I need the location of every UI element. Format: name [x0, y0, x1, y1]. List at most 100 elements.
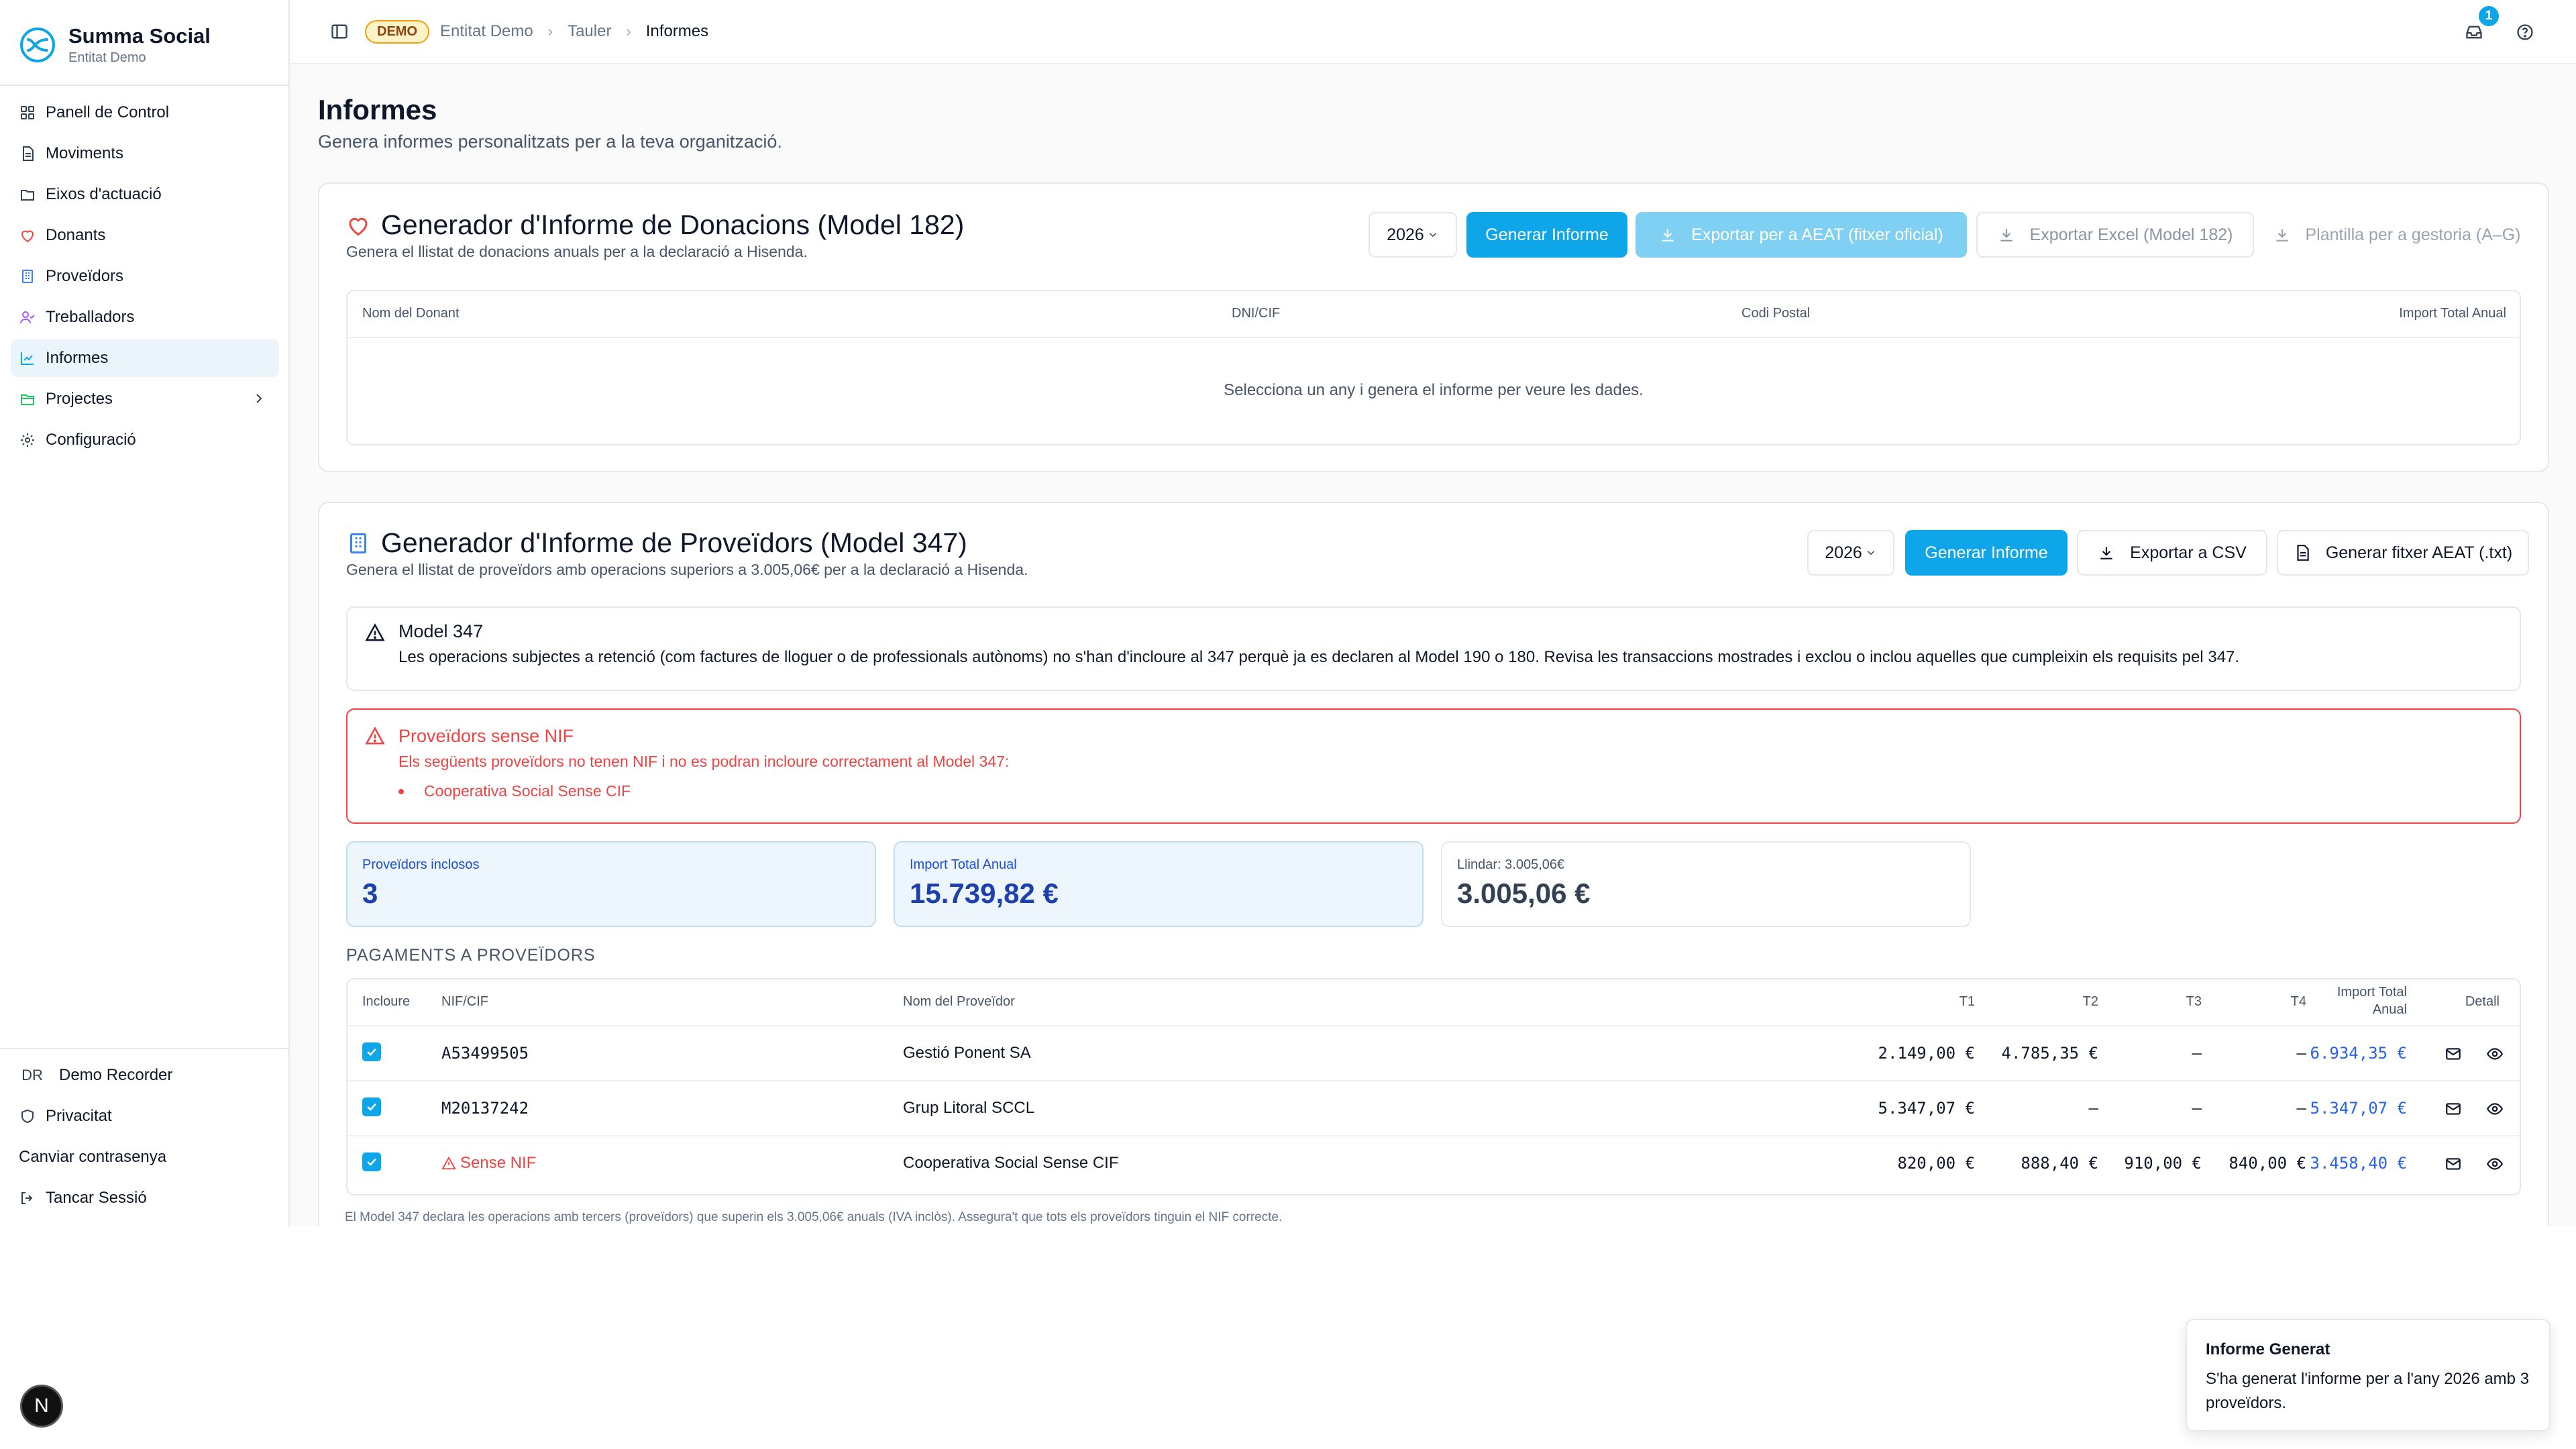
- sidebar-item-label: Treballadors: [46, 308, 135, 326]
- t3-cell: 910,00 €: [2124, 1154, 2202, 1173]
- toast-notification[interactable]: Informe Generat S'ha generat l'informe p…: [2186, 1319, 2551, 1432]
- sidebar-item-treballadors[interactable]: Treballadors: [11, 299, 279, 336]
- notification-count-badge: 1: [2477, 4, 2501, 28]
- include-checkbox[interactable]: [362, 1097, 381, 1116]
- eye-icon[interactable]: [2485, 1154, 2505, 1174]
- sidebar-item-label: Configuració: [46, 431, 136, 449]
- sidebar-item-donants[interactable]: Donants: [11, 217, 279, 254]
- empty-state-text: Selecciona un any i genera el informe pe…: [1224, 381, 1644, 399]
- t2-cell: 4.785,35 €: [2001, 1044, 2099, 1063]
- button-label: Generar Informe: [1485, 225, 1609, 244]
- sidebar-toggle-button[interactable]: [327, 19, 352, 44]
- breadcrumb-item-org[interactable]: Entitat Demo: [440, 22, 533, 41]
- missing-nif-list-item: Cooperativa Social Sense CIF: [398, 782, 631, 800]
- sidebar-nav: Panell de Control Moviments Eixos d'actu…: [11, 94, 279, 462]
- alert-triangle-icon: [365, 726, 385, 749]
- document-icon: [19, 145, 36, 162]
- t4-cell: —: [2296, 1044, 2306, 1063]
- change-password-link[interactable]: Canviar contrasenya: [11, 1138, 279, 1177]
- eye-icon[interactable]: [2485, 1099, 2505, 1119]
- table-header: Nom del Donant DNI/CIF Codi Postal Impor…: [347, 291, 2520, 338]
- nif-cell-missing: Sense NIF: [441, 1154, 536, 1173]
- model182-export-aeat-button[interactable]: Exportar per a AEAT (fitxer oficial): [1635, 212, 1967, 258]
- model347-generate-button[interactable]: Generar Informe: [1905, 530, 2068, 576]
- model182-template-button[interactable]: Plantilla per a gestoria (A–G): [2265, 212, 2529, 258]
- stat-label: Llindar: 3.005,06€: [1457, 857, 1565, 872]
- t3-cell: —: [2192, 1099, 2202, 1118]
- column-header: T2: [2082, 994, 2098, 1009]
- sidebar-item-moviments[interactable]: Moviments: [11, 135, 279, 172]
- org-name: Entitat Demo: [68, 50, 146, 65]
- breadcrumb-item-tauler[interactable]: Tauler: [568, 22, 611, 41]
- stat-card-included: Proveïdors inclosos 3: [346, 841, 876, 927]
- column-header: Codi Postal: [1741, 306, 1811, 321]
- mail-icon[interactable]: [2443, 1154, 2463, 1174]
- check-icon: [367, 1158, 376, 1166]
- t1-cell: 2.149,00 €: [1878, 1044, 1976, 1063]
- gear-icon: [19, 431, 36, 449]
- total-cell: 5.347,07 €: [2310, 1099, 2408, 1118]
- help-button[interactable]: [2512, 19, 2538, 46]
- model347-info-alert: Model 347 Les operacions subjectes a ret…: [346, 606, 2521, 691]
- column-header: Detall: [2465, 994, 2500, 1009]
- column-header: NIF/CIF: [441, 994, 488, 1009]
- stat-card-threshold: Llindar: 3.005,06€ 3.005,06 €: [1441, 841, 1971, 927]
- sidebar-item-eixos[interactable]: Eixos d'actuació: [11, 176, 279, 213]
- toast-text: S'ha generat l'informe per a l'any 2026 …: [2206, 1370, 2530, 1412]
- toast-title: Informe Generat: [2206, 1340, 2330, 1358]
- model347-year-select[interactable]: 2026: [1807, 530, 1894, 576]
- provider-name-cell: Gestió Ponent SA: [903, 1044, 1031, 1062]
- column-header: Nom del Donant: [362, 306, 460, 321]
- privacy-link[interactable]: Privacitat: [11, 1097, 279, 1136]
- heart-icon: [346, 213, 370, 237]
- sidebar-item-informes[interactable]: Informes: [11, 339, 279, 377]
- column-header: T3: [2186, 994, 2202, 1009]
- page-subtitle: Genera informes personalitzats per a la …: [318, 131, 782, 152]
- alert-text: Els següents proveïdors no tenen NIF i n…: [398, 753, 1010, 770]
- chevron-right-icon: [251, 390, 267, 411]
- nif-cell: M20137242: [441, 1099, 529, 1118]
- dev-tools-badge[interactable]: N: [20, 1385, 63, 1428]
- download-icon: [2273, 226, 2291, 244]
- model182-generate-button[interactable]: Generar Informe: [1466, 212, 1627, 258]
- sidebar-item-dashboard[interactable]: Panell de Control: [11, 94, 279, 131]
- model182-year-select[interactable]: 2026: [1368, 212, 1457, 258]
- users-icon: [19, 309, 36, 326]
- include-checkbox[interactable]: [362, 1152, 381, 1171]
- logout-button[interactable]: Tancar Sessió: [11, 1179, 279, 1218]
- sidebar-item-configuracio[interactable]: Configuració: [11, 421, 279, 459]
- model347-export-csv-button[interactable]: Exportar a CSV: [2077, 530, 2267, 576]
- mail-icon[interactable]: [2443, 1044, 2463, 1064]
- alert-title: Proveïdors sense NIF: [398, 726, 574, 746]
- provider-name-cell: Grup Litoral SCCL: [903, 1099, 1035, 1117]
- alert-triangle-icon: [441, 1156, 456, 1170]
- sidebar-item-projectes[interactable]: Projectes: [11, 380, 279, 418]
- model182-title-text: Generador d'Informe de Donacions (Model …: [381, 209, 965, 240]
- t3-cell: —: [2192, 1044, 2202, 1063]
- include-checkbox[interactable]: [362, 1042, 381, 1061]
- model347-generate-aeat-button[interactable]: Generar fitxer AEAT (.txt): [2277, 530, 2529, 576]
- sidebar-toggle-icon: [331, 24, 347, 39]
- sidebar-item-proveidors[interactable]: Proveïdors: [11, 258, 279, 295]
- download-icon: [1659, 226, 1676, 244]
- folder-icon: [19, 186, 36, 203]
- brand[interactable]: Summa Social Entitat Demo: [19, 21, 211, 68]
- building-icon: [346, 531, 370, 555]
- sidebar-item-label: Informes: [46, 349, 109, 367]
- model347-title-text: Generador d'Informe de Proveïdors (Model…: [381, 527, 967, 558]
- chevron-right-icon: ›: [547, 23, 553, 40]
- sidebar: Summa Social Entitat Demo Panell de Cont…: [0, 0, 290, 1226]
- notifications-button[interactable]: 1: [2461, 4, 2501, 46]
- breadcrumb: Entitat Demo › Tauler › Informes: [440, 22, 708, 41]
- model182-export-excel-button[interactable]: Exportar Excel (Model 182): [1976, 212, 2254, 258]
- eye-icon[interactable]: [2485, 1044, 2505, 1064]
- building-icon: [19, 268, 36, 285]
- user-menu[interactable]: DR Demo Recorder: [11, 1056, 279, 1095]
- sidebar-footer: DR Demo Recorder Privacitat Canviar cont…: [11, 1056, 279, 1220]
- mail-icon[interactable]: [2443, 1099, 2463, 1119]
- stat-value: 3: [362, 877, 378, 909]
- column-header-total: Import Total Anual: [2337, 983, 2407, 1018]
- divider: [0, 85, 288, 86]
- column-header: Incloure: [362, 994, 411, 1009]
- sidebar-item-label: Proveïdors: [46, 267, 124, 285]
